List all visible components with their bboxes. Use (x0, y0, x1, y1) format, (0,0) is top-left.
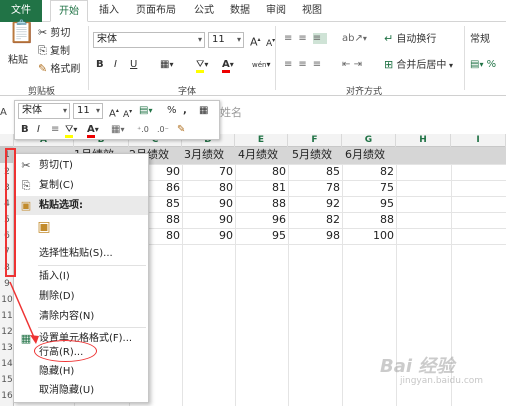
watermark-url: jingyan.baidu.com (400, 376, 484, 386)
excel-window: 文件 开始 插入 页面布局 公式 数据 审阅 视图 📋 粘贴 ✂ 剪切 ⎘ 复制… (0, 0, 506, 406)
watermark-logo: Bai 经验 (380, 356, 455, 377)
annotation-circle (34, 340, 97, 362)
